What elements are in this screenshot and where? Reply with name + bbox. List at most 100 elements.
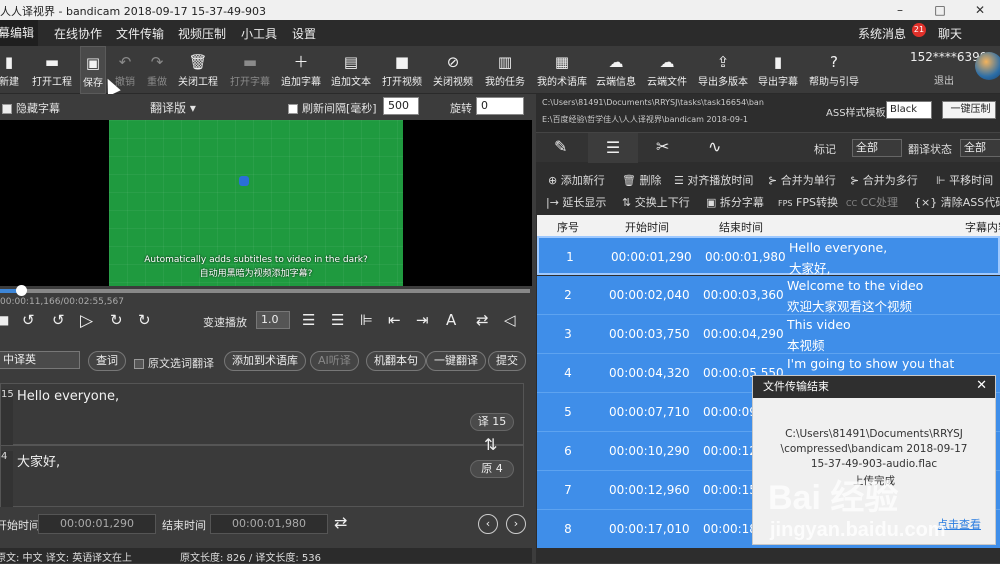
split-subtitle-button[interactable]: ▣ 拆分字幕: [706, 194, 764, 210]
jump-start-icon[interactable]: ⇤: [388, 311, 401, 329]
add-new-row-button[interactable]: ⊕ 添加新行: [548, 172, 605, 188]
one-click-translate-button[interactable]: 一键翻译: [426, 351, 486, 371]
table-row[interactable]: 1 00:00:01,290 00:00:01,980 Hello everyo…: [537, 236, 1000, 276]
my-tasks-button[interactable]: ▥ 我的任务: [484, 46, 526, 94]
new-button[interactable]: ▮ 新建: [0, 46, 22, 94]
speed-select[interactable]: 1.0: [256, 311, 290, 329]
help-guide-button[interactable]: ? 帮助与引导: [808, 46, 860, 94]
menu-settings[interactable]: 设置: [292, 25, 316, 42]
maximize-button[interactable]: □: [920, 0, 960, 20]
merge-single-button[interactable]: ⊱ 合并为单行: [768, 172, 836, 188]
table-row[interactable]: 2 00:00:02,040 00:00:03,360 Welcome to t…: [537, 276, 1000, 315]
rotate-select[interactable]: 0: [476, 97, 524, 115]
task-path-2: E:\百度经验\哲学佳人\人人译视界\bandicam 2018-09-1: [542, 115, 748, 124]
orig-select-translate-checkbox[interactable]: 原文选词翻译: [134, 355, 214, 371]
align-middle-icon[interactable]: ☰: [331, 311, 344, 329]
prev-line-icon[interactable]: ‹: [478, 514, 498, 534]
ai-listen-button[interactable]: AI听译: [310, 351, 359, 371]
volume-icon[interactable]: ◁: [504, 311, 516, 329]
sync-time-icon[interactable]: ⇄: [334, 513, 347, 532]
menu-subtitle-edit[interactable]: 字幕编辑: [0, 20, 39, 46]
system-message-button[interactable]: 系统消息: [858, 25, 906, 42]
open-project-button[interactable]: ▬ 打开工程: [30, 46, 74, 94]
tools-icon[interactable]: ✂: [656, 137, 669, 156]
chat-button[interactable]: 聊天: [938, 25, 962, 42]
progress-knob[interactable]: [16, 285, 27, 296]
delete-row-button[interactable]: 🗑 删除: [622, 172, 661, 188]
edit-pencil-icon[interactable]: ✎: [554, 137, 567, 156]
append-text-button[interactable]: ▤ 追加文本: [330, 46, 372, 94]
jump-end-icon[interactable]: ⇥: [416, 311, 429, 329]
mark-select[interactable]: 全部: [852, 139, 902, 157]
version-select[interactable]: 翻译版 ▾: [150, 99, 196, 116]
avatar[interactable]: [975, 52, 1000, 80]
open-subtitle-button[interactable]: ▬ 打开字幕: [228, 46, 272, 94]
stop-icon[interactable]: ■: [0, 313, 9, 327]
logout-link[interactable]: 退出: [934, 72, 954, 87]
export-multi-version-button[interactable]: ⇪ 导出多版本: [697, 46, 749, 94]
machine-translate-button[interactable]: 机翻本句: [366, 351, 426, 371]
close-project-button[interactable]: 🗑 关闭工程: [176, 46, 220, 94]
fps-convert-button[interactable]: FPS FPS转换: [778, 194, 838, 210]
popup-close-icon[interactable]: ✕: [976, 378, 987, 393]
back-3s-icon[interactable]: ↺: [22, 311, 35, 329]
save-button[interactable]: ▣ 保存: [80, 46, 106, 94]
next-line-icon[interactable]: ›: [506, 514, 526, 534]
forward-1s-icon[interactable]: ↻: [110, 311, 123, 329]
rotate-label: 旋转: [450, 102, 472, 115]
progress-track[interactable]: [0, 289, 530, 293]
shift-time-button[interactable]: ⊩ 平移时间: [936, 172, 993, 188]
ass-template-select[interactable]: Black: [886, 101, 932, 119]
menu-online-collab[interactable]: 在线协作: [54, 25, 102, 42]
start-time-input[interactable]: 00:00:01,290: [38, 514, 156, 534]
cloud-files-button[interactable]: ☁ 云端文件: [646, 46, 688, 94]
submit-button[interactable]: 提交: [488, 351, 526, 371]
open-video-button[interactable]: ■ 打开视频: [381, 46, 423, 94]
popup-path-line-3: 15-37-49-903-audio.flac: [810, 458, 938, 470]
table-row[interactable]: 3 00:00:03,750 00:00:04,290 This video 本…: [537, 315, 1000, 354]
swap-lines-icon[interactable]: ⇅: [484, 435, 497, 454]
menu-tools[interactable]: 小工具: [241, 25, 277, 42]
language-select[interactable]: 中译英: [0, 351, 80, 369]
lookup-button[interactable]: 查词: [88, 351, 126, 371]
translation-state-select[interactable]: 全部: [960, 139, 1000, 157]
refresh-interval-checkbox[interactable]: 刷新间隔[毫秒]: [288, 100, 377, 116]
extend-display-button[interactable]: |→ 延长显示: [546, 194, 606, 210]
grid-header: 序号 开始时间 结束时间 字幕内容: [537, 215, 1000, 236]
export-subtitle-button[interactable]: ▮ 导出字幕: [756, 46, 800, 94]
forward-3s-icon[interactable]: ↻: [138, 311, 151, 329]
end-time-input[interactable]: 00:00:01,980: [210, 514, 328, 534]
my-glossary-button[interactable]: ▦ 我的术语库: [536, 46, 588, 94]
cc-process-button[interactable]: CC CC处理: [846, 194, 898, 210]
back-1s-icon[interactable]: ↺: [52, 311, 65, 329]
play-icon[interactable]: ▷: [80, 311, 93, 331]
align-left-icon[interactable]: ⊫: [360, 311, 373, 329]
undo-icon: ↶: [118, 53, 132, 71]
redo-button[interactable]: ↷ 重做: [144, 46, 170, 94]
message-count-badge: 21: [912, 23, 926, 37]
merge-multi-button[interactable]: ⊱ 合并为多行: [850, 172, 918, 188]
subtitle-list-icon[interactable]: ☰: [588, 133, 638, 163]
close-video-button[interactable]: ⊘ 关闭视频: [432, 46, 474, 94]
font-size-icon[interactable]: A: [446, 311, 456, 329]
hide-subtitle-checkbox[interactable]: 隐藏字幕: [2, 100, 60, 116]
original-editor[interactable]: 4 大家好,: [0, 445, 524, 507]
append-subtitle-button[interactable]: ＋追加字幕: [280, 46, 322, 94]
translation-editor[interactable]: 15 Hello everyone,: [0, 383, 524, 445]
one-click-press-button[interactable]: 一键压制: [942, 101, 996, 119]
close-window-button[interactable]: ✕: [960, 0, 1000, 20]
open-subtitle-icon: ▬: [242, 53, 258, 71]
menu-video-press[interactable]: 视频压制: [178, 25, 226, 42]
cloud-info-button[interactable]: ☁ 云端信息: [595, 46, 637, 94]
add-to-glossary-button[interactable]: 添加到术语库: [224, 351, 306, 371]
minimize-button[interactable]: –: [880, 0, 920, 20]
align-play-time-button[interactable]: ☰ 对齐播放时间: [674, 172, 753, 188]
menu-file-transfer[interactable]: 文件传输: [116, 25, 164, 42]
swap-icon[interactable]: ⇄: [476, 311, 489, 329]
video-player[interactable]: Automatically adds subtitles to video in…: [0, 120, 532, 286]
waveform-icon[interactable]: ∿: [708, 137, 721, 156]
swap-lines-button[interactable]: ⇅ 交换上下行: [622, 194, 690, 210]
align-top-icon[interactable]: ☰: [302, 311, 315, 329]
refresh-interval-input[interactable]: 500: [383, 97, 419, 115]
clear-ass-code-button[interactable]: {×} 清除ASS代码: [914, 194, 1000, 210]
